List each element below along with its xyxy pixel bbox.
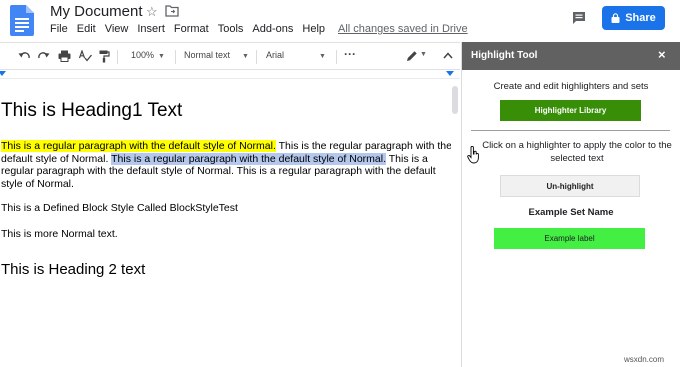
block-style-paragraph[interactable]: This is a Defined Block Style Called Blo… <box>1 202 238 214</box>
paragraph-style-select[interactable]: Normal text ▼ <box>184 50 249 60</box>
folder-move-icon[interactable] <box>165 5 179 17</box>
toolbar-divider <box>256 50 257 64</box>
toolbar-divider <box>336 50 337 64</box>
sidebar-header: Highlight Tool × <box>462 42 680 70</box>
chevron-down-icon[interactable]: ▼ <box>420 51 427 58</box>
toolbar-divider <box>117 50 118 64</box>
menu-addons[interactable]: Add-ons <box>252 23 293 35</box>
sidebar-intro-text: Create and edit highlighters and sets <box>493 81 649 92</box>
more-options-button[interactable]: ··· <box>344 47 356 61</box>
font-value: Arial <box>266 50 285 60</box>
highlighter-label-button[interactable]: Example label <box>494 228 645 249</box>
menu-file[interactable]: File <box>50 23 68 35</box>
unhighlight-button[interactable]: Un-highlight <box>500 175 640 197</box>
sidebar-instructions: Click on a highlighter to apply the colo… <box>482 140 672 164</box>
save-status-link[interactable]: All changes saved in Drive <box>338 23 468 35</box>
zoom-value: 100% <box>131 50 155 60</box>
app-window: My Document ☆ File Edit View Insert Form… <box>0 0 680 367</box>
comment-icon[interactable] <box>572 11 586 25</box>
font-select[interactable]: Arial ▼ <box>266 50 326 60</box>
style-value: Normal text <box>184 50 231 60</box>
chevron-down-icon: ▼ <box>242 53 249 60</box>
paint-format-icon[interactable] <box>99 50 110 63</box>
share-button[interactable]: Share <box>602 6 665 30</box>
menu-bar: File Edit View Insert Format Tools Add-o… <box>50 23 334 35</box>
heading-1[interactable]: This is Heading1 Text <box>1 100 182 122</box>
spellcheck-icon[interactable] <box>79 50 92 62</box>
sidebar-title: Highlight Tool <box>471 50 538 61</box>
highlighter-set-name: Example Set Name <box>528 207 614 218</box>
zoom-select[interactable]: 100% ▼ <box>131 50 165 60</box>
toolbar-divider <box>175 50 176 64</box>
menu-view[interactable]: View <box>105 23 129 35</box>
menu-edit[interactable]: Edit <box>77 23 96 35</box>
highlighter-library-button[interactable]: Highlighter Library <box>500 100 641 121</box>
left-indent-marker[interactable] <box>0 71 6 76</box>
selected-highlighted-text[interactable]: This is a regular paragraph with the def… <box>111 152 386 165</box>
document-scrollbar[interactable] <box>451 80 459 367</box>
undo-icon[interactable] <box>18 51 30 61</box>
docs-logo-icon[interactable] <box>10 5 34 36</box>
pen-icon[interactable] <box>406 50 418 62</box>
ruler <box>0 71 460 79</box>
normal-paragraph[interactable]: This is more Normal text. <box>1 228 118 240</box>
editing-toolbar: 100% ▼ Normal text ▼ Arial ▼ ··· ▼ <box>0 42 460 70</box>
chevron-down-icon: ▼ <box>319 53 326 60</box>
collapse-icon[interactable] <box>443 52 453 59</box>
sidebar-divider <box>471 130 670 131</box>
title-bar: My Document ☆ File Edit View Insert Form… <box>0 0 680 40</box>
document-page[interactable] <box>0 80 460 367</box>
star-icon[interactable]: ☆ <box>146 4 158 20</box>
heading-2[interactable]: This is Heading 2 text <box>1 261 145 278</box>
paragraph[interactable]: This is a regular paragraph with the def… <box>1 140 453 190</box>
close-icon[interactable]: × <box>658 47 666 62</box>
menu-insert[interactable]: Insert <box>137 23 165 35</box>
highlight-tool-sidebar: Highlight Tool × Create and edit highlig… <box>461 42 680 367</box>
hand-cursor-icon <box>467 146 479 164</box>
watermark-text: wsxdn.com <box>624 355 665 364</box>
menu-tools[interactable]: Tools <box>218 23 244 35</box>
lock-icon <box>611 13 620 23</box>
document-title[interactable]: My Document <box>50 3 143 20</box>
print-icon[interactable] <box>58 50 71 62</box>
right-indent-marker[interactable] <box>446 71 454 76</box>
menu-help[interactable]: Help <box>302 23 325 35</box>
share-label: Share <box>625 12 656 24</box>
yellow-highlighted-text[interactable]: This is a regular paragraph with the def… <box>1 140 276 152</box>
scroll-thumb[interactable] <box>452 86 458 114</box>
menu-format[interactable]: Format <box>174 23 209 35</box>
redo-icon[interactable] <box>38 51 50 61</box>
chevron-down-icon: ▼ <box>158 53 165 60</box>
